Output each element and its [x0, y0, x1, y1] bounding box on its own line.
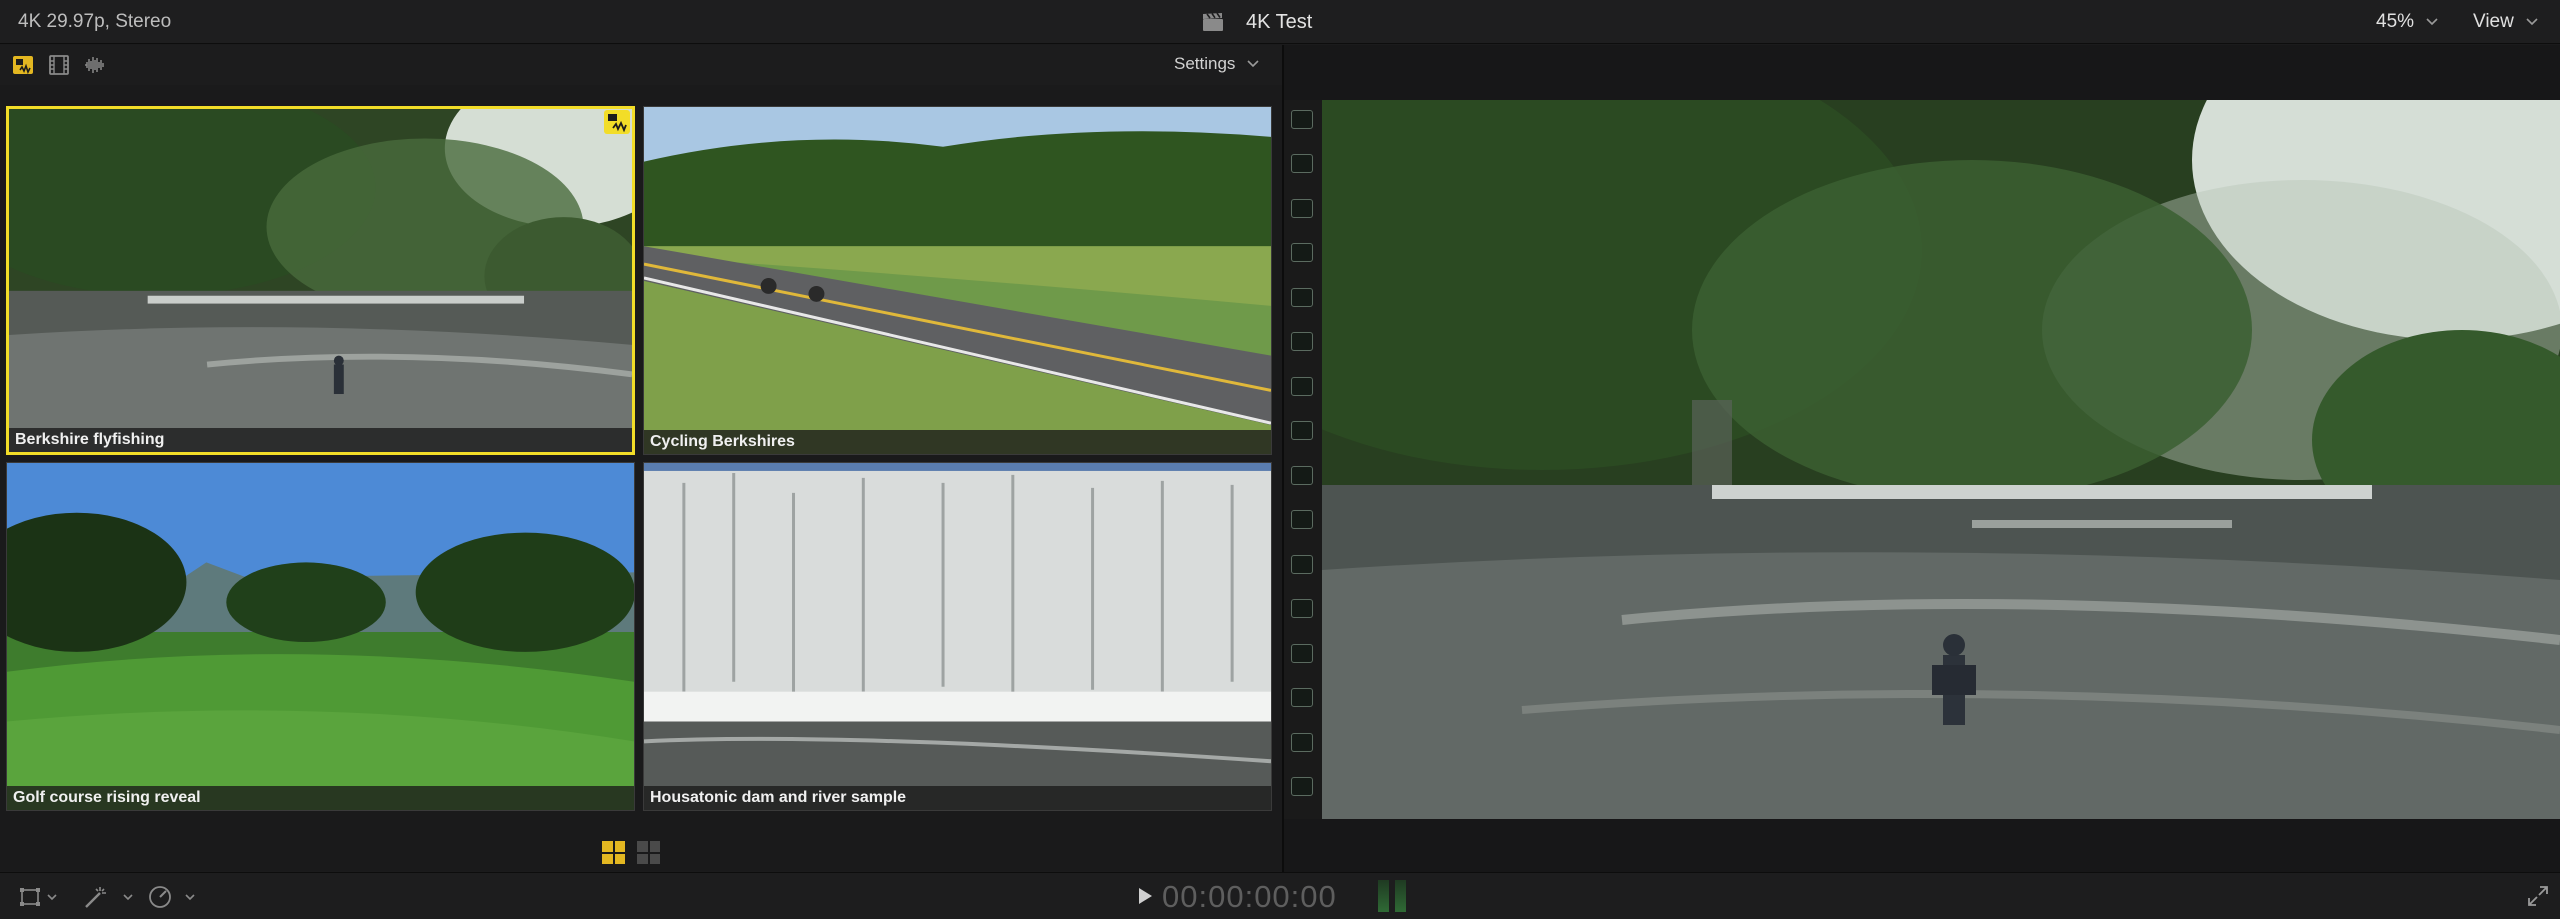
angle-thumbnail-dam	[644, 463, 1271, 810]
angle-3[interactable]: Golf course rising reveal	[6, 462, 635, 811]
overlay-toggle-button[interactable]	[1291, 110, 1313, 129]
view-label: View	[2473, 11, 2514, 32]
overlay-toggle-button[interactable]	[1291, 688, 1313, 707]
viewer-frame-flyfishing	[1322, 100, 2560, 819]
overlay-toggle-button[interactable]	[1291, 377, 1313, 396]
play-icon[interactable]	[1137, 887, 1153, 905]
top-bar: 4K 29.97p, Stereo 4K Test 45% View	[0, 0, 2560, 44]
project-title-group: 4K Test	[1202, 9, 1312, 35]
zoom-level: 45%	[2376, 11, 2415, 32]
overlay-toggle-button[interactable]	[1291, 555, 1313, 574]
overlay-toggle-button[interactable]	[1291, 777, 1313, 796]
angle-thumbnail-flyfishing	[9, 109, 632, 452]
timecode-display[interactable]: 00:00:00:00	[1162, 879, 1337, 915]
bank-1-button[interactable]	[602, 841, 625, 864]
project-title: 4K Test	[1246, 10, 1313, 33]
overlay-toggle-button[interactable]	[1291, 466, 1313, 485]
chevron-down-icon	[2426, 18, 2438, 26]
overlay-toggle-button[interactable]	[1291, 510, 1313, 529]
angle-2[interactable]: Cycling Berkshires	[643, 106, 1272, 455]
bottom-bar: 00:00:00:00	[0, 872, 2560, 919]
video-audio-switch-icon[interactable]	[12, 54, 34, 76]
settings-label: Settings	[1174, 54, 1236, 73]
overlay-toggle-button[interactable]	[1291, 154, 1313, 173]
angle-label: Berkshire flyfishing	[9, 428, 632, 452]
overlay-toggle-button[interactable]	[1291, 288, 1313, 307]
angle-1[interactable]: Berkshire flyfishing	[6, 106, 635, 455]
overlay-toggle-button[interactable]	[1291, 243, 1313, 262]
chevron-down-icon	[1247, 60, 1260, 68]
angle-thumbnail-golf	[7, 463, 634, 810]
audio-meter-left	[1378, 880, 1389, 912]
bank-2-button[interactable]	[637, 841, 660, 864]
project-format: 4K 29.97p, Stereo	[18, 11, 172, 32]
overlay-toggle-button[interactable]	[1291, 199, 1313, 218]
overlay-toggle-button[interactable]	[1291, 644, 1313, 663]
magic-wand-icon[interactable]	[82, 885, 136, 909]
transform-icon[interactable]	[18, 885, 60, 909]
angle-label: Housatonic dam and river sample	[644, 786, 1271, 810]
chevron-down-icon	[2526, 18, 2538, 26]
audio-meter-right	[1395, 880, 1406, 912]
viewer-canvas[interactable]	[1322, 100, 2560, 819]
overlay-toggle-button[interactable]	[1291, 421, 1313, 440]
settings-menu[interactable]: Settings	[1174, 54, 1260, 74]
video-only-icon[interactable]	[48, 54, 70, 76]
clapperboard-icon	[1203, 12, 1223, 31]
angle-viewer-toolbar: Settings	[0, 45, 1282, 85]
active-angle-badge	[604, 110, 630, 134]
zoom-menu[interactable]: 45%	[2376, 11, 2438, 33]
angle-viewer: Berkshire flyfishing Cycling Berkshires	[0, 85, 1282, 871]
angle-banks	[602, 841, 660, 864]
angle-4[interactable]: Housatonic dam and river sample	[643, 462, 1272, 811]
overlay-toggle-button[interactable]	[1291, 733, 1313, 752]
angle-label: Cycling Berkshires	[644, 430, 1271, 454]
speedometer-icon[interactable]	[148, 885, 204, 909]
angle-thumbnail-cycling	[644, 107, 1271, 454]
fullscreen-icon[interactable]	[2526, 884, 2550, 908]
audio-only-icon[interactable]	[84, 54, 106, 76]
overlay-toggle-button[interactable]	[1291, 599, 1313, 618]
overlay-toggle-button[interactable]	[1291, 332, 1313, 351]
view-menu[interactable]: View	[2473, 11, 2538, 33]
angle-label: Golf course rising reveal	[7, 786, 634, 810]
